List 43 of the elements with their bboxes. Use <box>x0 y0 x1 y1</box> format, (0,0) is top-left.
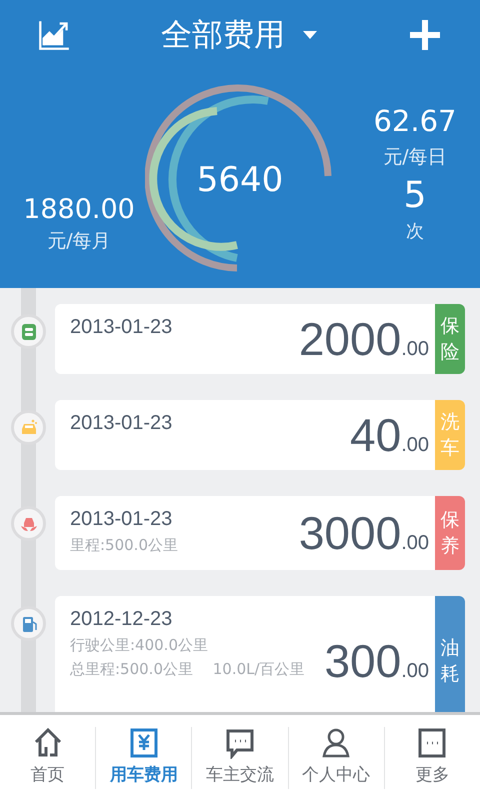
amount-value: 3000 <box>298 508 402 558</box>
nav-tab[interactable]: 车主交流 <box>192 726 288 788</box>
category-tag: 保险 <box>435 304 465 374</box>
category-tag: 油耗 <box>435 596 465 712</box>
person-icon <box>320 726 352 759</box>
monthly-unit: 元/每月 <box>47 229 111 254</box>
daily-unit: 元/每日 <box>383 145 447 170</box>
expense-card[interactable]: 2013-01-23 40.00 洗车 <box>55 400 465 470</box>
expense-card[interactable]: 2013-01-23 里程:500.0公里 3000.00 保养 <box>55 496 465 570</box>
amount-decimals: .00 <box>401 337 429 362</box>
record-date: 2013-01-23 <box>70 411 174 436</box>
count-unit: 次 <box>406 220 424 244</box>
amount-value: 2000 <box>298 314 402 364</box>
nav-tab[interactable]: 用车费用 <box>96 726 192 788</box>
count-value: 5 <box>404 174 426 218</box>
chat-bubble-icon <box>224 726 256 759</box>
record-detail: 行驶公里:400.0公里 <box>70 635 209 656</box>
caret-icon <box>303 31 317 39</box>
amount-decimals: .00 <box>401 531 429 556</box>
record-date: 2012-12-23 <box>70 607 174 632</box>
category-dropdown[interactable]: 全部费用 <box>110 12 368 58</box>
amount-decimals: .00 <box>401 659 429 684</box>
record-detail: 里程:500.0公里 <box>70 535 179 556</box>
daily-value: 62.67 <box>373 103 457 139</box>
nav-tab[interactable]: 个人中心 <box>288 726 384 788</box>
total-amount: 5640 <box>196 159 284 202</box>
record-date: 2013-01-23 <box>70 315 174 340</box>
chart-icon[interactable] <box>38 19 70 51</box>
yen-receipt-icon <box>128 726 160 759</box>
amount-decimals: .00 <box>401 433 429 458</box>
add-icon[interactable] <box>408 18 442 52</box>
expense-card[interactable]: 2012-12-23 行驶公里:400.0公里 总里程:500.0公里 10.0L/百公里 300.00 油耗 <box>55 596 465 712</box>
amount-value: 40 <box>350 410 402 460</box>
record-date: 2013-01-23 <box>70 507 174 532</box>
category-tag: 保养 <box>435 496 465 570</box>
category-tag: 洗车 <box>435 400 465 470</box>
amount-value: 300 <box>324 636 402 686</box>
record-detail: 总里程:500.0公里 10.0L/百公里 <box>70 659 305 680</box>
expense-card[interactable]: 2013-01-23 2000.00 保险 <box>55 304 465 374</box>
nav-tab[interactable]: 首页 <box>0 726 96 788</box>
nav-tab[interactable]: 更多 <box>384 726 480 788</box>
more-icon <box>416 726 448 759</box>
monthly-value: 1880.00 <box>23 193 135 227</box>
